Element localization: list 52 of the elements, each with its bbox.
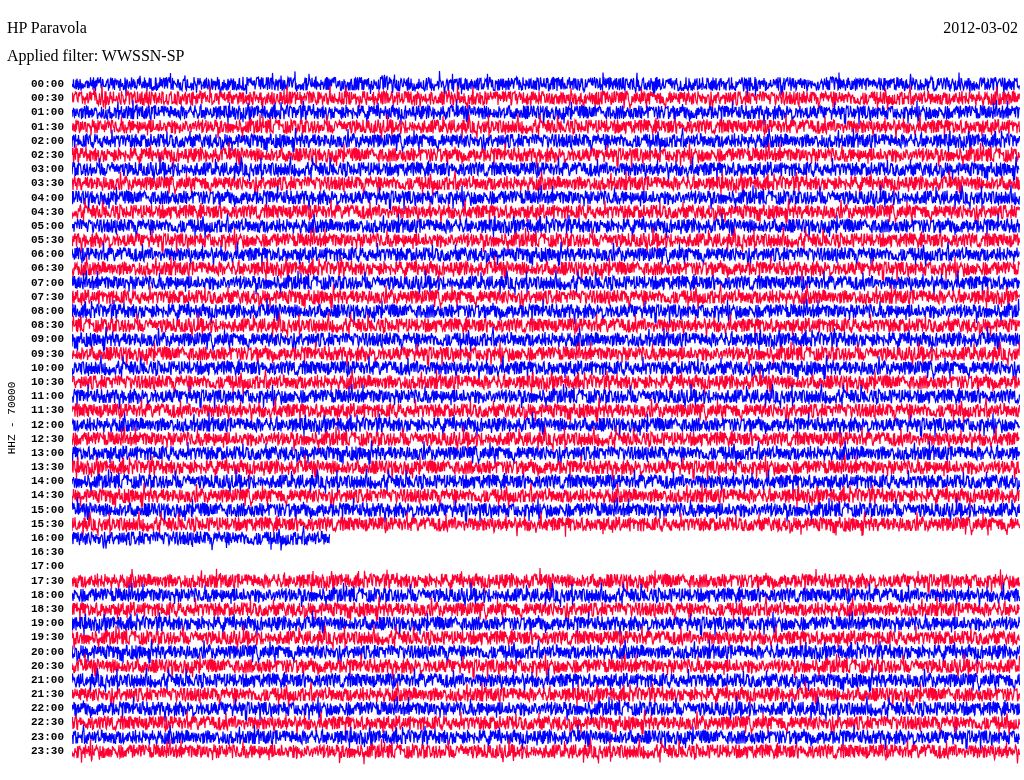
station-title: HP Paravola bbox=[7, 18, 87, 38]
time-label: 13:30 bbox=[30, 460, 64, 475]
time-label: 15:00 bbox=[30, 502, 64, 517]
time-label: 20:00 bbox=[30, 644, 64, 659]
time-label: 17:30 bbox=[30, 573, 64, 588]
time-label: 15:30 bbox=[30, 516, 64, 531]
time-label: 04:30 bbox=[30, 204, 64, 219]
time-label: 04:00 bbox=[30, 190, 64, 205]
time-label: 01:30 bbox=[30, 119, 64, 134]
time-label: 10:30 bbox=[30, 374, 64, 390]
time-label: 22:00 bbox=[30, 701, 64, 716]
time-label: 17:00 bbox=[30, 559, 64, 574]
time-label: 18:00 bbox=[30, 587, 64, 602]
time-label: 09:30 bbox=[30, 346, 64, 361]
time-label: 23:30 bbox=[30, 743, 64, 758]
time-label: 21:00 bbox=[30, 672, 64, 688]
time-label: 22:30 bbox=[30, 715, 64, 730]
time-label: 08:00 bbox=[30, 304, 64, 319]
date-label: 2012-03-02 bbox=[943, 18, 1018, 38]
time-label: 20:30 bbox=[30, 658, 64, 673]
time-label: 12:00 bbox=[30, 417, 64, 432]
time-label: 05:30 bbox=[30, 233, 64, 248]
time-label: 01:00 bbox=[30, 105, 64, 120]
time-label: 16:30 bbox=[30, 545, 64, 560]
time-label: 16:00 bbox=[30, 531, 64, 546]
time-label: 10:00 bbox=[30, 360, 64, 375]
time-label: 03:30 bbox=[30, 176, 64, 191]
axis-label: HHZ - 70000 bbox=[4, 381, 19, 455]
time-label: 02:00 bbox=[30, 133, 64, 148]
time-label: 07:30 bbox=[30, 289, 64, 304]
time-label: 06:30 bbox=[30, 261, 64, 276]
time-label: 14:30 bbox=[30, 488, 64, 503]
filter-label: Applied filter: WWSSN-SP bbox=[7, 47, 185, 64]
time-label: 06:00 bbox=[30, 247, 64, 262]
time-label: 19:00 bbox=[30, 616, 64, 631]
time-label: 00:00 bbox=[30, 77, 64, 92]
time-label: 23:00 bbox=[30, 729, 64, 744]
time-label: 03:00 bbox=[30, 162, 64, 177]
time-label: 12:30 bbox=[30, 431, 64, 446]
time-label: 05:00 bbox=[30, 218, 64, 234]
time-label: 07:00 bbox=[30, 275, 64, 290]
time-label: 11:30 bbox=[30, 403, 64, 418]
time-label: 08:30 bbox=[30, 318, 64, 333]
time-label: 19:30 bbox=[30, 630, 64, 645]
time-label: 00:30 bbox=[30, 91, 64, 106]
time-label: 11:00 bbox=[30, 389, 64, 404]
time-label: 21:30 bbox=[30, 687, 64, 702]
time-label: 18:30 bbox=[30, 601, 64, 617]
time-label: 13:00 bbox=[30, 445, 64, 461]
time-label: 14:00 bbox=[30, 474, 64, 489]
time-label: 09:00 bbox=[30, 332, 64, 347]
time-label: 02:30 bbox=[30, 147, 64, 163]
